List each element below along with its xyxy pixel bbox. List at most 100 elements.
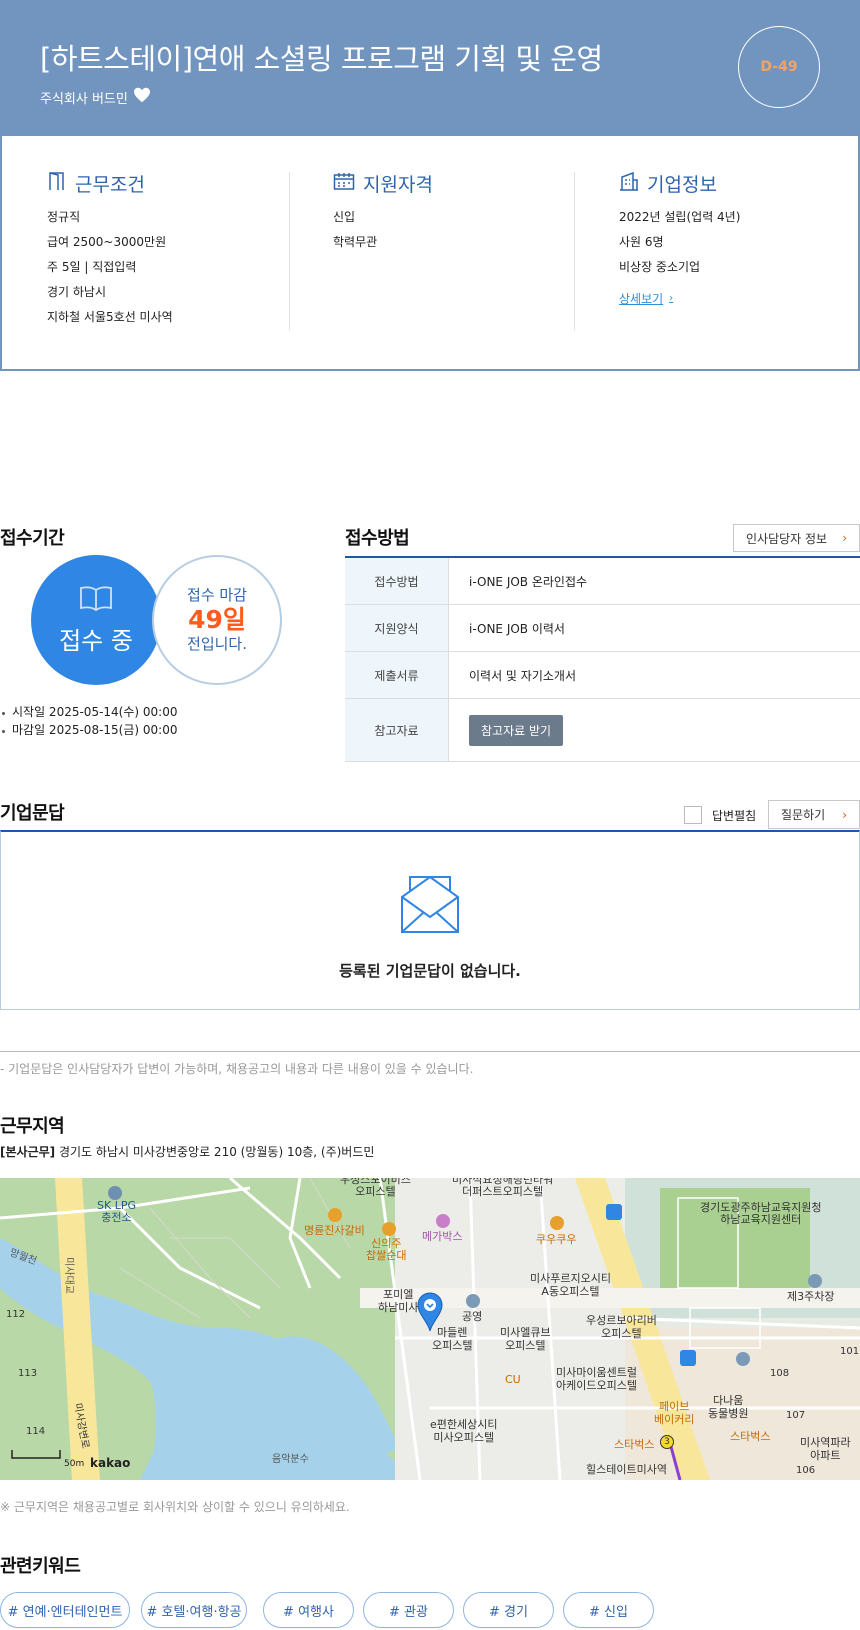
map-label: 하남교육지원센터	[720, 1213, 802, 1226]
location-map[interactable]: SK LPG 충전소 우성스포이비즈 오피스텔 미사석요정해링턴타워 더퍼스트오…	[0, 1178, 860, 1480]
map-label: 우성르보아리버	[586, 1314, 657, 1327]
chevron-right-icon: ›	[842, 531, 847, 545]
map-label: 명륜진사갈비	[304, 1224, 365, 1237]
company-line: 비상장 중소기업	[619, 260, 701, 274]
work-line: 정규직	[47, 210, 81, 224]
map-label: 오피스텔	[432, 1339, 473, 1352]
map-label: 113	[18, 1368, 38, 1379]
table-row: 접수방법 i-ONE JOB 온라인접수	[345, 558, 860, 605]
building-icon	[619, 171, 639, 196]
map-label: 오피스텔	[601, 1327, 642, 1340]
hr-contact-button[interactable]: 인사담당자 정보 ›	[733, 524, 860, 552]
qa-title: 기업문답	[0, 803, 65, 824]
map-label: 미사역파라	[800, 1436, 851, 1449]
cinema-icon	[436, 1214, 450, 1228]
restaurant-icon	[550, 1216, 564, 1230]
table-row: 제출서류 이력서 및 자기소개서	[345, 652, 860, 699]
expand-answers-label[interactable]: 답변펼침	[712, 807, 756, 824]
map-label: 포미엘	[383, 1288, 414, 1301]
qualifications-title: 지원자격	[363, 174, 433, 196]
keyword-tag[interactable]: # 호텔·여행·항공	[141, 1592, 247, 1628]
keyword-tag[interactable]: # 신입	[563, 1592, 654, 1628]
row-label: 접수방법	[345, 558, 449, 604]
map-label: 미사오피스텔	[433, 1431, 495, 1444]
map-label: 101	[840, 1346, 860, 1357]
row-label: 참고자료	[345, 699, 449, 761]
work-line: 주 5일 | 직접입력	[47, 260, 137, 274]
map-label: 충전소	[101, 1211, 132, 1224]
table-row: 참고자료 참고자료 받기	[345, 699, 860, 762]
map-label: 아케이드오피스텔	[556, 1379, 637, 1392]
map-label: 미사대교	[62, 1257, 74, 1294]
company-name[interactable]: 주식회사 버드민	[40, 88, 128, 107]
location-note: ※ 근무지역은 채용공고별로 회사위치와 상이할 수 있으니 유의하세요.	[0, 1500, 350, 1514]
map-label: 공영	[462, 1310, 483, 1323]
map-label: 힐스테이트미사역	[586, 1463, 667, 1476]
expand-answers-checkbox[interactable]	[684, 806, 702, 824]
map-scale: 50m	[64, 1459, 85, 1469]
qa-empty-message: 등록된 기업문답이 없습니다.	[339, 962, 521, 980]
keyword-tag[interactable]: # 관광	[363, 1592, 454, 1628]
restaurant-icon	[328, 1208, 342, 1222]
work-conditions: 근무조건 정규직 급여 2500~3000만원 주 5일 | 직접입력 경기 하…	[47, 170, 173, 330]
row-label: 제출서류	[345, 652, 449, 698]
map-label: 아파트	[810, 1449, 841, 1462]
chevron-right-icon: ›	[842, 807, 847, 822]
map-label: 스타벅스	[730, 1430, 771, 1443]
map-label: 미사엘큐브	[500, 1326, 551, 1339]
map-label: 미사마이움센트럴	[556, 1366, 637, 1379]
company-line: 2022년 설립(업력 4년)	[619, 210, 741, 224]
heart-icon[interactable]	[133, 87, 151, 107]
map-label: 메가박스	[422, 1230, 463, 1243]
qa-divider	[0, 1051, 860, 1052]
keyword-tag[interactable]: # 연예·엔터테인먼트	[0, 1592, 130, 1628]
dday-badge: D-49	[738, 26, 820, 108]
hr-contact-label: 인사담당자 정보	[746, 531, 828, 546]
parking-icon	[736, 1352, 750, 1366]
company-info-title: 기업정보	[647, 174, 717, 196]
keyword-tag[interactable]: # 경기	[463, 1592, 554, 1628]
company-detail-link[interactable]: 상세보기 ›	[619, 290, 673, 307]
address-text: 경기도 하남시 미사강변중앙로 210 (망월동) 10층, (주)버드민	[58, 1145, 375, 1159]
map-label: 더퍼스트오피스텔	[462, 1185, 544, 1198]
kakao-logo: kakao	[90, 1456, 131, 1470]
map-label: 106	[796, 1465, 816, 1476]
map-label: 베이커리	[654, 1413, 695, 1426]
subway-exit-badge: 3	[660, 1435, 674, 1449]
flag-icon	[47, 171, 67, 196]
download-reference-button[interactable]: 참고자료 받기	[469, 714, 564, 746]
period-dates: 시작일 2025-05-14(수) 00:00 마감일 2025-08-15(금…	[1, 703, 177, 739]
address-tag: [본사근무]	[0, 1145, 56, 1159]
method-table: 접수방법 i-ONE JOB 온라인접수 지원양식 i-ONE JOB 이력서 …	[345, 556, 860, 762]
map-label: 114	[26, 1426, 46, 1437]
location-pin-icon[interactable]	[416, 1292, 444, 1336]
qualification-line: 학력무관	[333, 235, 378, 249]
map-label: 미사강변로	[71, 1402, 91, 1450]
map-label: 망월천	[8, 1247, 38, 1268]
column-divider	[289, 172, 290, 330]
chevron-right-icon: ›	[669, 293, 674, 304]
map-label: 스타벅스	[614, 1438, 655, 1451]
map-label: 108	[770, 1368, 790, 1379]
ask-question-button[interactable]: 질문하기 ›	[768, 800, 860, 829]
job-summary-box: 근무조건 정규직 급여 2500~3000만원 주 5일 | 직접입력 경기 하…	[0, 136, 860, 371]
row-value: i-ONE JOB 온라인접수	[469, 574, 588, 589]
work-line: 급여 2500~3000만원	[47, 235, 167, 249]
row-label: 지원양식	[345, 605, 449, 651]
method-title: 접수방법	[345, 528, 410, 549]
qualifications: 지원자격 신입 학력무관	[333, 170, 433, 255]
job-title: [하트스테이]연애 소셜링 프로그램 기획 및 운영	[40, 42, 603, 76]
period-title: 접수기간	[0, 528, 65, 549]
keyword-tag[interactable]: # 여행사	[263, 1592, 354, 1628]
map-label: 동물병원	[708, 1407, 749, 1420]
map-label: 다나움	[713, 1394, 744, 1407]
map-label: A동오피스텔	[541, 1285, 600, 1298]
map-label: 음악분수	[272, 1454, 309, 1465]
bus-stop-icon	[606, 1204, 622, 1220]
column-divider	[574, 172, 575, 330]
map-label: 페이브	[659, 1400, 690, 1413]
row-value: i-ONE JOB 이력서	[469, 621, 565, 636]
calendar-icon	[333, 171, 355, 196]
deadline-label-top: 접수 마감	[187, 586, 247, 604]
qa-note: - 기업문답은 인사담당자가 답변이 가능하며, 채용공고의 내용과 다른 내용…	[0, 1062, 474, 1076]
